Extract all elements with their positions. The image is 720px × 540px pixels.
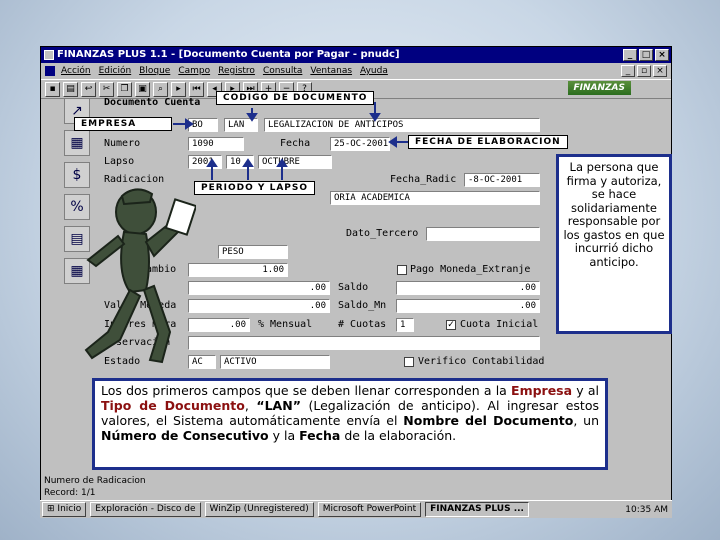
empresa-callout: EMPRESA [74, 117, 172, 131]
periodo-arrowhead-1 [206, 158, 218, 167]
note-text-3: , [244, 398, 257, 413]
note-text-7: de la elaboración. [340, 428, 457, 443]
note-empresa: Empresa [511, 383, 573, 398]
cartoon-figure-illustration [84, 188, 196, 364]
task-explorer[interactable]: Exploración - Disco de [90, 502, 201, 517]
note-nombre: Nombre del Documento [403, 413, 574, 428]
bottom-note: Los dos primeros campos que se deben lle… [92, 378, 608, 470]
fecha-callout: FECHA DE ELABORACION [408, 135, 568, 149]
empresa-arrowhead [185, 118, 194, 130]
note-lan: “LAN” [256, 398, 301, 413]
side-note: La persona que firma y autoriza, se hace… [556, 154, 672, 334]
windows-logo-icon: ⊞ [47, 504, 55, 514]
fecha-arrowhead [388, 136, 397, 148]
note-text-5: , un [573, 413, 599, 428]
codigo-callout: CODIGO DE DOCUMENTO [216, 91, 375, 105]
start-label: Inicio [57, 504, 82, 514]
note-tipo: Tipo de Documento [101, 398, 245, 413]
note-text-6: y la [268, 428, 300, 443]
taskbar: ⊞ Inicio Exploración - Disco de WinZip (… [40, 500, 672, 518]
note-numero: Número de Consecutivo [101, 428, 269, 443]
tipo-arrowhead [246, 113, 258, 122]
note-text-1: Los dos primeros campos que se deben lle… [101, 383, 512, 398]
task-finanzas[interactable]: FINANZAS PLUS ... [425, 502, 529, 517]
periodo-arrowhead-2 [242, 158, 254, 167]
codigo-arrowhead [369, 113, 381, 122]
taskbar-clock: 10:35 AM [625, 504, 668, 515]
task-powerpoint[interactable]: Microsoft PowerPoint [317, 502, 422, 517]
task-winzip[interactable]: WinZip (Unregistered) [204, 502, 314, 517]
note-fecha: Fecha [299, 428, 341, 443]
status-line-1: Numero de Radicacion [44, 476, 146, 486]
status-line-2: Record: 1/1 [44, 488, 96, 498]
periodo-arrowhead-3 [276, 158, 288, 167]
note-text-2: y al [572, 383, 599, 398]
periodo-callout: PERIODO Y LAPSO [194, 181, 316, 195]
start-button[interactable]: ⊞ Inicio [42, 502, 87, 517]
